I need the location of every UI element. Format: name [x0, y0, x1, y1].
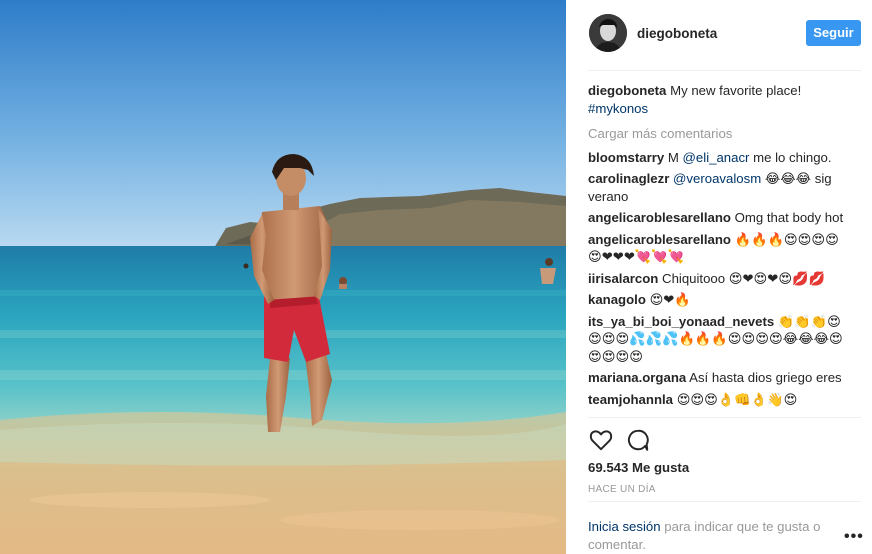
comment-item: iirisalarcon Chiquitooo 😍❤😍❤😍💋💋 [588, 270, 848, 288]
post-header: diegoboneta Seguir [588, 14, 861, 71]
comment-mention[interactable]: @veroavalosm [673, 171, 761, 186]
comment-text: me lo chingo. [749, 149, 832, 165]
comment-text: 😍❤🔥 [649, 292, 691, 307]
login-prompt: Inicia sesión para indicar que te gusta … [588, 518, 828, 554]
caption-hashtag[interactable]: #mykonos [588, 101, 648, 116]
caption-text: My new favorite place! [670, 83, 802, 98]
comment-text: M [667, 149, 683, 165]
comment-username[interactable]: angelicaroblesarellano [588, 232, 731, 247]
beach-photo-image [0, 0, 566, 554]
comment-item: angelicaroblesarellano Omg that body hot [588, 209, 848, 227]
comment-item: its_ya_bi_boi_yonaad_nevets 👏👏👏😍😍😍😍💦💦💦🔥🔥… [588, 313, 848, 366]
comment-text: 😍😍😍👌👊👌👋😍 [676, 391, 798, 407]
ellipsis-icon[interactable]: ••• [844, 528, 864, 546]
username-link[interactable]: diegoboneta [637, 26, 717, 41]
comments-list: diegoboneta My new favorite place! #myko… [588, 82, 848, 412]
post-sidebar: diegoboneta Seguir diegoboneta My new fa… [566, 0, 872, 554]
comment-bubble-icon[interactable] [625, 427, 651, 453]
post-caption: diegoboneta My new favorite place! #myko… [588, 82, 848, 117]
avatar[interactable] [589, 14, 627, 52]
comment-item: angelicaroblesarellano 🔥🔥🔥😍😍😍😍😍❤❤❤💘💘💘 [588, 231, 848, 266]
avatar-image [589, 14, 627, 52]
action-bar [588, 417, 861, 457]
comment-username[interactable]: bloomstarry [588, 150, 664, 165]
comment-item: mariana.organa Así hasta dios griego ere… [588, 369, 848, 387]
heart-icon[interactable] [588, 427, 614, 453]
comment-username[interactable]: angelicaroblesarellano [588, 210, 731, 225]
comment-username[interactable]: its_ya_bi_boi_yonaad_nevets [588, 314, 774, 329]
comment-item: carolinaglezr @veroavalosm 😂😂😂 sig veran… [588, 170, 848, 205]
comment-text: Así hasta dios griego eres [689, 370, 842, 385]
comment-username[interactable]: iirisalarcon [588, 271, 658, 286]
like-count[interactable]: 69.543 Me gusta [588, 460, 689, 475]
comment-username[interactable]: teamjohannla [588, 392, 673, 407]
post-photo [0, 0, 566, 554]
post-footer: Inicia sesión para indicar que te gusta … [588, 501, 864, 554]
comment-item: teamjohannla 😍😍😍👌👊👌👋😍 [588, 391, 848, 409]
login-link[interactable]: Inicia sesión [588, 519, 661, 534]
follow-button[interactable]: Seguir [806, 20, 861, 46]
caption-username[interactable]: diegoboneta [588, 83, 666, 98]
comment-text: Chiquitooo 😍❤😍❤😍💋💋 [662, 270, 825, 286]
comment-text: Omg that body hot [734, 210, 844, 225]
load-more-comments-link[interactable]: Cargar más comentarios [588, 125, 848, 143]
comment-username[interactable]: carolinaglezr [588, 171, 669, 186]
comment-item: kanagolo 😍❤🔥 [588, 291, 848, 309]
comment-username[interactable]: mariana.organa [588, 370, 686, 385]
comment-mention[interactable]: @eli_anacr [683, 150, 750, 165]
comment-item: bloomstarry M @eli_anacr me lo chingo. [588, 149, 848, 167]
comment-username[interactable]: kanagolo [588, 292, 646, 307]
post-timestamp: HACE UN DÍA [588, 484, 656, 495]
